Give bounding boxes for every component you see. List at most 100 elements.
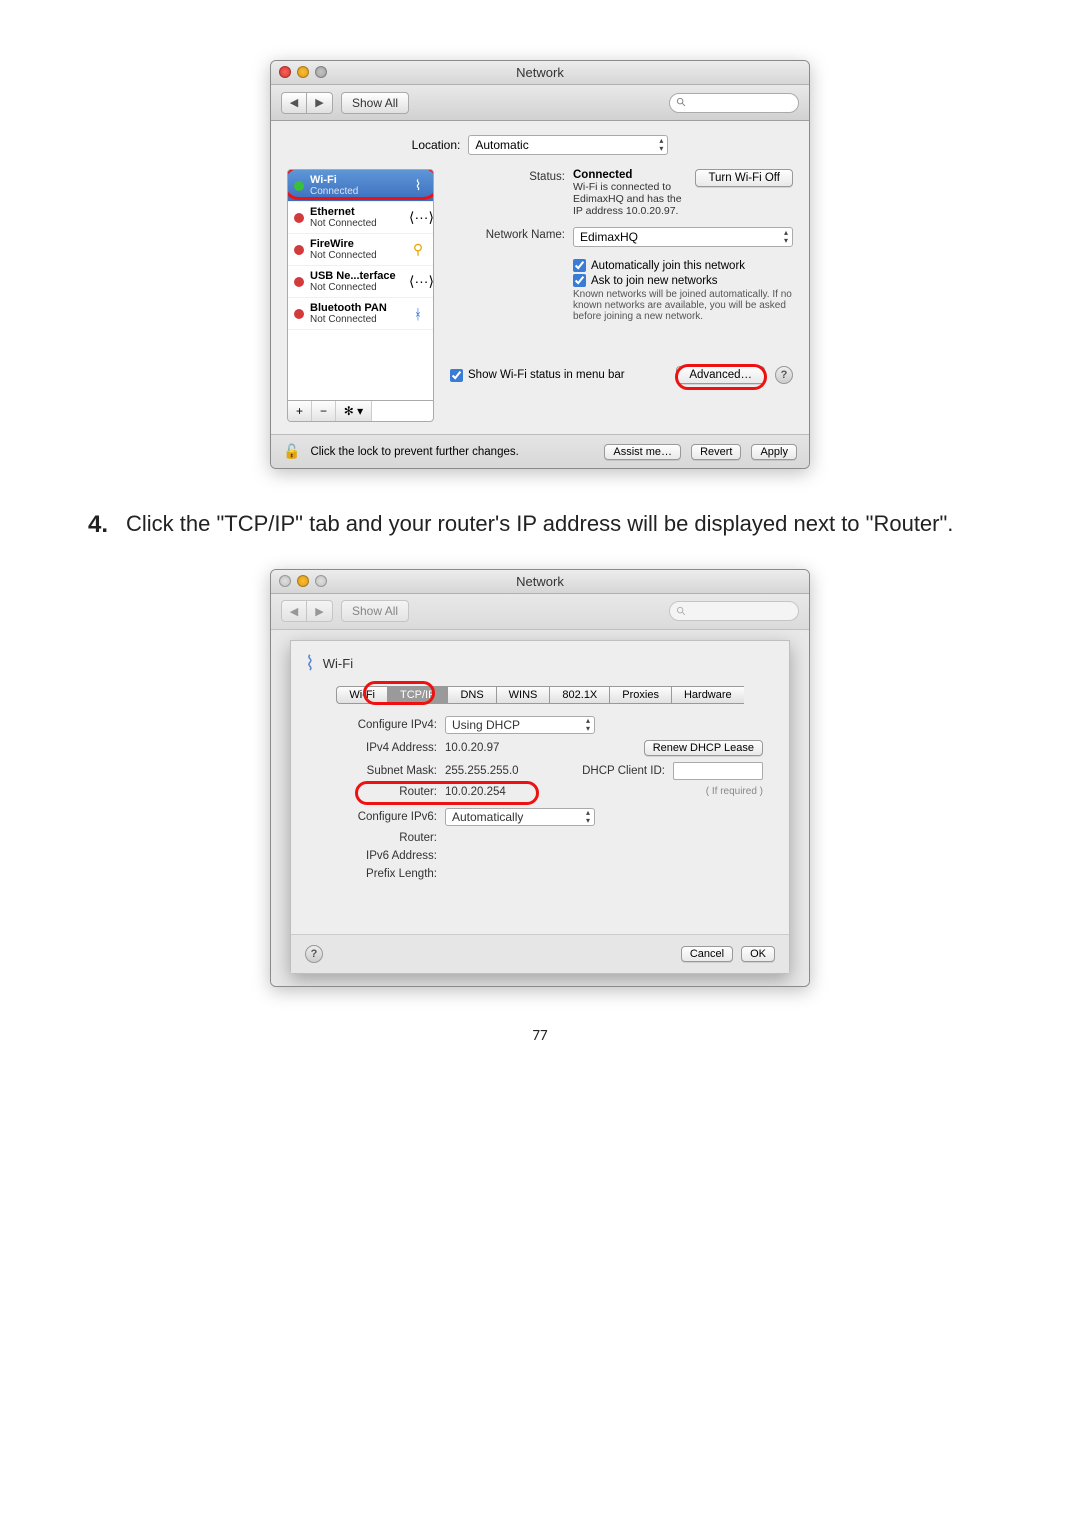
chevron-updown-icon: ▴▾: [784, 229, 788, 245]
lock-text: Click the lock to prevent further change…: [310, 446, 518, 458]
titlebar: Network: [271, 570, 809, 594]
configure-ipv6-select[interactable]: Automatically ▴▾: [445, 808, 595, 826]
ok-button[interactable]: OK: [741, 946, 775, 962]
firewire-icon: ⚲: [409, 241, 427, 258]
if-required-note: ( If required ): [706, 786, 763, 797]
titlebar: Network: [271, 61, 809, 85]
interface-item-firewire[interactable]: FireWire Not Connected ⚲: [288, 234, 433, 266]
show-all-button[interactable]: Show All: [341, 92, 409, 114]
footer: 🔓 Click the lock to prevent further chan…: [271, 434, 809, 468]
tab-bar: Wi-Fi TCP/IP DNS WINS 802.1X Proxies Har…: [291, 686, 789, 704]
interface-list: Wi-Fi Connected ⌇ Ethernet Not Connected…: [287, 169, 434, 422]
tab-wins[interactable]: WINS: [496, 686, 550, 704]
tab-8021x[interactable]: 802.1X: [549, 686, 609, 704]
router-value: 10.0.20.254: [445, 786, 506, 798]
router-label: Router:: [317, 786, 437, 798]
search-input[interactable]: [669, 93, 799, 113]
add-interface-button[interactable]: +: [288, 401, 312, 421]
apply-button[interactable]: Apply: [751, 444, 797, 460]
network-name-select[interactable]: EdimaxHQ ▴▾: [573, 227, 793, 247]
renew-dhcp-lease-button[interactable]: Renew DHCP Lease: [644, 740, 763, 756]
lock-icon[interactable]: 🔓: [283, 443, 300, 460]
zoom-icon[interactable]: [315, 575, 327, 587]
forward-button: ▶: [307, 600, 333, 622]
wifi-icon: ⌇: [409, 177, 427, 194]
show-all-button: Show All: [341, 600, 409, 622]
cancel-button[interactable]: Cancel: [681, 946, 733, 962]
ethernet-icon: ⟨···⟩: [409, 209, 427, 226]
gear-menu-button[interactable]: ✻ ▾: [336, 401, 372, 421]
interface-item-usb[interactable]: USB Ne...terface Not Connected ⟨···⟩: [288, 266, 433, 298]
back-button: ◀: [281, 600, 307, 622]
minimize-icon[interactable]: [297, 66, 309, 78]
forward-button[interactable]: ▶: [307, 92, 333, 114]
ipv4-address-value: 10.0.20.97: [445, 742, 499, 754]
status-dot-icon: [294, 245, 304, 255]
close-icon[interactable]: [279, 66, 291, 78]
status-dot-icon: [294, 213, 304, 223]
network-name-label: Network Name:: [450, 227, 565, 241]
zoom-icon[interactable]: [315, 66, 327, 78]
search-input: [669, 601, 799, 621]
subnet-mask-value: 255.255.255.0: [445, 765, 519, 777]
help-button[interactable]: ?: [305, 945, 323, 963]
minimize-icon[interactable]: [297, 575, 309, 587]
ask-join-checkbox[interactable]: Ask to join new networks: [573, 274, 793, 287]
tab-proxies[interactable]: Proxies: [609, 686, 671, 704]
remove-interface-button[interactable]: −: [312, 401, 336, 421]
ipv4-address-label: IPv4 Address:: [317, 742, 437, 754]
status-value: Connected: [573, 169, 632, 181]
status-label: Status:: [450, 169, 565, 183]
interface-item-ethernet[interactable]: Ethernet Not Connected ⟨···⟩: [288, 202, 433, 234]
dhcp-client-id-label: DHCP Client ID:: [582, 765, 665, 777]
interface-item-bluetooth[interactable]: Bluetooth PAN Not Connected ᚼ: [288, 298, 433, 330]
interface-item-wifi[interactable]: Wi-Fi Connected ⌇: [288, 170, 433, 202]
status-detail: Wi-Fi is connected to EdimaxHQ and has t…: [573, 181, 685, 217]
configure-ipv6-label: Configure IPv6:: [317, 811, 437, 823]
auto-join-checkbox[interactable]: Automatically join this network: [573, 259, 793, 272]
assist-me-button[interactable]: Assist me…: [604, 444, 681, 460]
location-select[interactable]: Automatic ▴▾: [468, 135, 668, 155]
advanced-sheet: ⌇ Wi-Fi Wi-Fi TCP/IP DNS WINS 802.1X Pro…: [290, 640, 790, 974]
step-number: 4.: [88, 509, 108, 541]
toolbar: ◀ ▶ Show All: [271, 85, 809, 121]
subnet-mask-label: Subnet Mask:: [317, 765, 437, 777]
network-advanced-window: Network ◀ ▶ Show All ⌇ Wi-Fi Wi-Fi TCP/I…: [270, 569, 810, 987]
chevron-updown-icon: ▴▾: [659, 137, 663, 153]
location-label: Location:: [412, 138, 461, 152]
tab-dns[interactable]: DNS: [447, 686, 495, 704]
bluetooth-icon: ᚼ: [409, 306, 427, 322]
instruction-step: 4. Click the "TCP/IP" tab and your route…: [80, 509, 1000, 539]
status-dot-icon: [294, 277, 304, 287]
tab-tcpip[interactable]: TCP/IP: [387, 686, 447, 704]
dhcp-client-id-input[interactable]: [673, 762, 763, 780]
network-window: Network ◀ ▶ Show All Location: Automatic…: [270, 60, 810, 469]
ask-join-note: Known networks will be joined automatica…: [573, 289, 793, 322]
search-icon: [676, 606, 687, 617]
revert-button[interactable]: Revert: [691, 444, 741, 460]
window-title: Network: [271, 65, 809, 80]
ipv6-address-label: IPv6 Address:: [317, 850, 437, 862]
configure-ipv4-label: Configure IPv4:: [317, 719, 437, 731]
advanced-button[interactable]: Advanced…: [676, 366, 765, 384]
tab-wifi[interactable]: Wi-Fi: [336, 686, 387, 704]
chevron-updown-icon: ▴▾: [586, 717, 590, 733]
help-button[interactable]: ?: [775, 366, 793, 384]
step-text: Click the "TCP/IP" tab and your router's…: [126, 511, 953, 536]
close-icon[interactable]: [279, 575, 291, 587]
chevron-updown-icon: ▴▾: [586, 809, 590, 825]
sheet-title: Wi-Fi: [323, 656, 353, 671]
page-number: 77: [80, 1027, 1000, 1045]
configure-ipv4-select[interactable]: Using DHCP ▴▾: [445, 716, 595, 734]
ethernet-icon: ⟨···⟩: [409, 273, 427, 290]
window-title: Network: [271, 574, 809, 589]
turn-wifi-off-button[interactable]: Turn Wi-Fi Off: [695, 169, 793, 187]
show-status-checkbox[interactable]: Show Wi-Fi status in menu bar: [450, 369, 625, 382]
tab-hardware[interactable]: Hardware: [671, 686, 744, 704]
prefix-length-label: Prefix Length:: [317, 868, 437, 880]
status-dot-icon: [294, 309, 304, 319]
status-dot-icon: [294, 181, 304, 191]
search-icon: [676, 97, 687, 108]
router6-label: Router:: [317, 832, 437, 844]
back-button[interactable]: ◀: [281, 92, 307, 114]
